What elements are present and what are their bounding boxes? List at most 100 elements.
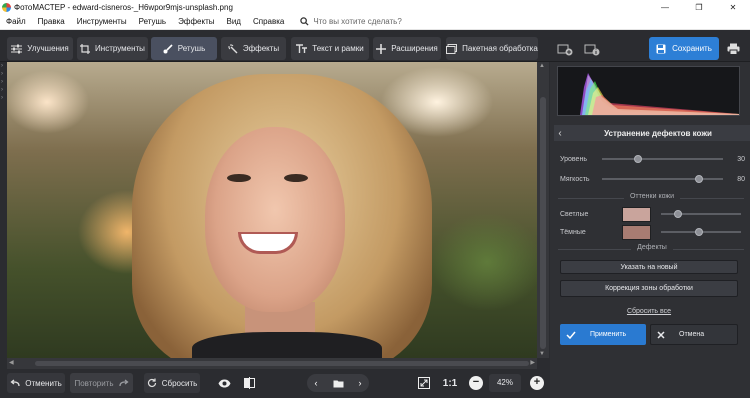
light-tone-swatch[interactable]: [622, 206, 651, 222]
batch-images-icon: [446, 43, 458, 54]
save-button-label: Сохранить: [672, 44, 712, 53]
vertical-scrollbar[interactable]: ▲ ▼: [537, 62, 549, 358]
zoom-in-button[interactable]: +: [530, 376, 544, 390]
zoom-out-button[interactable]: −: [469, 376, 483, 390]
softness-slider-knob[interactable]: [694, 175, 703, 183]
window-title: ФотоМАСТЕР - edward-cisneros-_H6wpor9mjs…: [14, 2, 233, 12]
horizontal-scroll-thumb[interactable]: [35, 361, 529, 366]
skin-tones-title-text: Оттенки кожи: [623, 193, 680, 200]
apply-button[interactable]: Применить: [560, 324, 646, 345]
actual-size-button[interactable]: 1:1: [439, 373, 461, 393]
zoom-value[interactable]: 42%: [489, 374, 521, 392]
redo-button[interactable]: Повторить: [70, 373, 133, 393]
reset-button[interactable]: Сбросить: [144, 373, 200, 393]
dark-tone-swatch[interactable]: [622, 224, 651, 240]
fit-to-screen-button[interactable]: [416, 373, 432, 393]
level-slider[interactable]: [602, 155, 723, 163]
light-tone-slider-knob[interactable]: [673, 210, 682, 218]
plus-icon: +: [533, 376, 541, 388]
folder-icon[interactable]: [333, 379, 344, 388]
menu-edit[interactable]: Правка: [32, 17, 71, 26]
undo-icon: [10, 379, 20, 387]
dark-tone-slider-knob[interactable]: [694, 228, 703, 236]
tab-tools-label: Инструменты: [95, 44, 145, 53]
menu-view[interactable]: Вид: [220, 17, 246, 26]
tab-retouch[interactable]: Ретушь: [151, 37, 217, 60]
scroll-down-icon[interactable]: ▼: [539, 351, 545, 357]
tab-text-frames[interactable]: Текст и рамки: [291, 37, 369, 60]
histogram: [557, 66, 740, 116]
prev-image-icon[interactable]: ‹: [315, 378, 318, 388]
search-placeholder: Что вы хотите сделать?: [313, 17, 402, 26]
layers-plus-icon: [557, 44, 573, 55]
search-icon: [300, 17, 309, 26]
tab-effects[interactable]: Эффекты: [221, 37, 286, 60]
menu-search[interactable]: Что вы хотите сделать?: [300, 17, 402, 26]
dark-tone-slider[interactable]: [661, 228, 741, 236]
chevron-right-icon: ›: [1, 79, 3, 85]
photo-clothing: [192, 332, 382, 358]
scroll-right-icon[interactable]: ▶: [530, 359, 535, 366]
chevron-right-icon: ›: [1, 87, 3, 93]
crop-icon: [80, 43, 91, 54]
save-button[interactable]: Сохранить: [649, 37, 719, 60]
print-button[interactable]: [724, 40, 742, 58]
minus-icon: −: [472, 376, 480, 388]
magic-wand-icon: [227, 43, 238, 53]
batch-processing-button[interactable]: Пакетная обработка: [446, 37, 538, 60]
chevron-right-icon: ›: [1, 71, 3, 77]
preview-eye-button[interactable]: [215, 373, 233, 393]
panel-header: ‹ Устранение дефектов кожи: [554, 125, 750, 141]
cancel-button-label: Отмена: [679, 331, 705, 338]
brush-icon: [163, 43, 173, 53]
redo-label: Повторить: [74, 378, 114, 388]
tab-tools[interactable]: Инструменты: [77, 37, 148, 60]
window-controls: — ❐ ✕: [648, 3, 750, 12]
light-tone-slider[interactable]: [661, 210, 741, 218]
dark-tone-label: Тёмные: [560, 228, 586, 236]
minimize-button[interactable]: —: [648, 3, 682, 12]
photo-canvas[interactable]: [7, 62, 537, 358]
menu-retouch[interactable]: Ретушь: [133, 17, 173, 26]
panel-title: Устранение дефектов кожи: [604, 128, 712, 138]
level-value: 30: [737, 155, 745, 163]
tab-effects-label: Эффекты: [242, 44, 280, 53]
light-tone-row: Светлые: [560, 206, 745, 222]
tab-improvements[interactable]: Улучшения: [7, 37, 73, 60]
level-slider-knob[interactable]: [634, 155, 643, 163]
tab-extensions[interactable]: Расширения: [373, 37, 441, 60]
softness-slider-row: Мягкость 80: [560, 173, 745, 185]
close-button[interactable]: ✕: [716, 3, 750, 12]
add-compare-button[interactable]: [553, 39, 577, 58]
left-collapse-strip[interactable]: › › › › ›: [0, 62, 7, 358]
menu-tools[interactable]: Инструменты: [71, 17, 133, 26]
redo-icon: [118, 379, 129, 387]
menu-file[interactable]: Файл: [0, 17, 32, 26]
before-after-button[interactable]: [240, 373, 258, 393]
scroll-left-icon[interactable]: ◀: [9, 359, 14, 366]
skin-tones-title: Оттенки кожи: [554, 193, 750, 200]
scroll-up-icon[interactable]: ▲: [539, 63, 545, 69]
softness-slider[interactable]: [602, 175, 723, 183]
photo-left-eye: [227, 174, 251, 182]
vertical-scroll-thumb[interactable]: [540, 97, 546, 349]
cancel-button[interactable]: Отмена: [650, 324, 738, 345]
plus-icon: [376, 43, 387, 54]
menu-effects[interactable]: Эффекты: [172, 17, 220, 26]
back-chevron-icon[interactable]: ‹: [554, 128, 566, 139]
menu-help[interactable]: Справка: [247, 17, 290, 26]
horizontal-scrollbar[interactable]: ◀ ▶: [7, 358, 537, 369]
text-icon: [296, 43, 308, 53]
tab-improvements-label: Улучшения: [27, 44, 69, 53]
photo-face: [205, 127, 345, 312]
defects-title: Дефекты: [554, 244, 750, 251]
close-icon: [657, 330, 665, 339]
maximize-button[interactable]: ❐: [682, 3, 716, 12]
compare-info-button[interactable]: [580, 39, 604, 58]
point-new-button[interactable]: Указать на новый: [560, 260, 738, 274]
next-image-icon[interactable]: ›: [359, 378, 362, 388]
correction-zone-button[interactable]: Коррекция зоны обработки: [560, 280, 738, 297]
reset-all-link[interactable]: Сбросить все: [560, 308, 738, 315]
undo-button[interactable]: Отменить: [7, 373, 65, 393]
title-bar: ФотоМАСТЕР - edward-cisneros-_H6wpor9mjs…: [0, 0, 750, 14]
